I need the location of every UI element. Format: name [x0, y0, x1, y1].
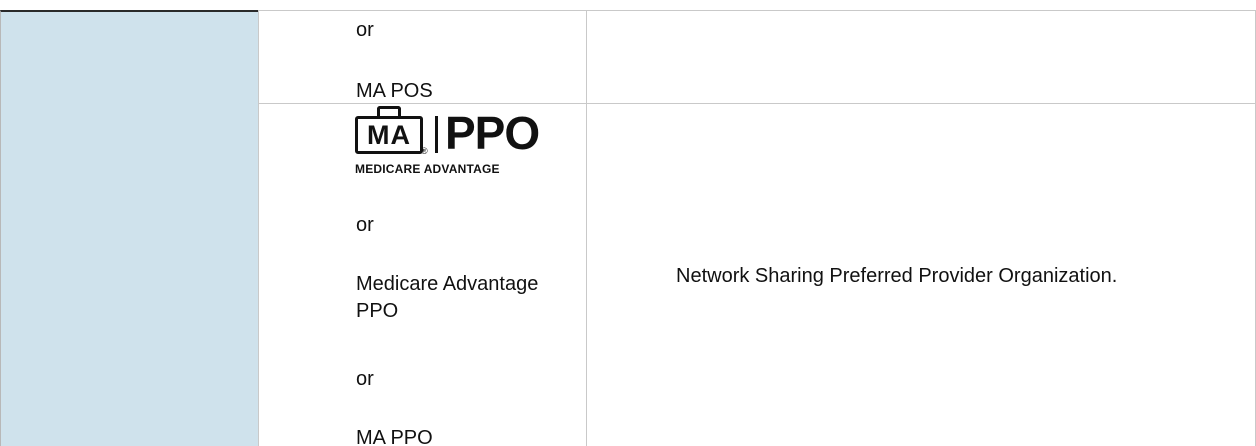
row2-or-text-1: or — [356, 214, 374, 236]
logo-divider-bar — [435, 116, 438, 153]
row2-or-text-2: or — [356, 368, 374, 390]
row2-ma-ppo-text: MA PPO — [356, 427, 433, 446]
ma-ppo-logo: MA ® PPO MEDICARE ADVANTAGE — [355, 106, 540, 184]
row-top-border — [258, 10, 1256, 11]
logo-badge-text: MA — [367, 120, 411, 150]
column-divider-2 — [586, 10, 587, 446]
logo-plan-text: PPO — [445, 107, 540, 159]
table-left-column — [0, 10, 258, 446]
document-page: or MA POS MA ® PPO MEDICARE ADVANTAGE or… — [0, 0, 1256, 446]
row2-medicare-advantage-ppo-text: Medicare Advantage PPO — [356, 273, 539, 322]
column-divider-1 — [258, 10, 259, 446]
row2-description: Network Sharing Preferred Provider Organ… — [676, 265, 1118, 287]
logo-subtitle: MEDICARE ADVANTAGE — [355, 162, 500, 176]
row1-ma-pos-text: MA POS — [356, 80, 433, 102]
row1-or-text: or — [356, 19, 374, 41]
logo-registered-mark: ® — [421, 146, 428, 156]
